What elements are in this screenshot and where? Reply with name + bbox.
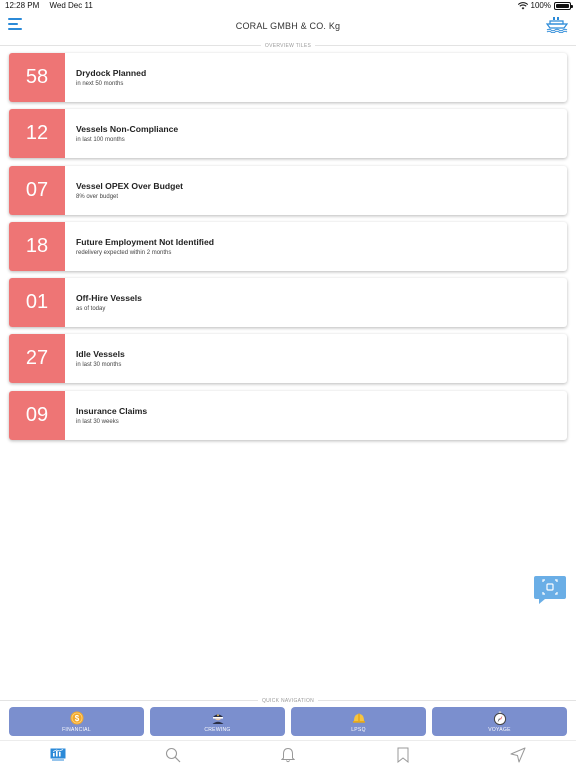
tile-subtitle: in last 100 months [76, 137, 125, 144]
status-date: Wed Dec 11 [49, 1, 93, 10]
chat-scan-button[interactable] [533, 575, 567, 605]
quick-navigation-label: QUICK NAVIGATION [261, 697, 315, 704]
quick-nav-label: VOYAGE [488, 726, 511, 733]
vessel-select-button[interactable] [545, 15, 569, 34]
status-bar: 12:28 PM Wed Dec 11 100% [0, 0, 576, 12]
bell-icon [281, 747, 295, 762]
tile-title: Vessels Non-Compliance [76, 124, 179, 135]
svg-text:$: $ [74, 714, 79, 723]
quick-nav-label: LPSQ [351, 726, 366, 733]
tile-text: Vessels Non-Compliance in last 100 month… [65, 109, 178, 158]
tile-text: Vessel OPEX Over Budget 8% over budget [65, 166, 183, 215]
bookmark-icon [397, 747, 409, 763]
quick-nav-label: FINANCIAL [62, 726, 91, 733]
tile-subtitle: redelivery expected within 2 months [76, 249, 172, 256]
tile-text: Off-Hire Vessels as of today [65, 278, 142, 327]
tab-dashboard[interactable] [0, 741, 115, 768]
tab-search[interactable] [115, 741, 230, 768]
ship-icon [545, 17, 569, 34]
wifi-icon [517, 1, 528, 9]
tile-title: Drydock Planned [76, 68, 147, 78]
tile-value: 12 [9, 109, 65, 159]
dollar-coin-icon: $ [70, 711, 84, 725]
tile-vessel-opex-over-budget[interactable]: 07 Vessel OPEX Over Budget 8% over budge… [9, 165, 567, 215]
page-title: CORAL GMBH & CO. Kg [235, 21, 341, 31]
tile-vessels-non-compliance[interactable]: 12 Vessels Non-Compliance in last 100 mo… [9, 109, 567, 159]
tile-value: 27 [9, 334, 65, 384]
quick-nav-voyage[interactable]: VOYAGE [432, 707, 567, 736]
status-right: 100% [517, 1, 573, 10]
tile-value: 01 [9, 278, 65, 328]
tile-subtitle: as of today [76, 306, 106, 313]
overview-tiles-label: OVERVIEW TILES [264, 42, 312, 49]
tile-value: 18 [9, 221, 65, 271]
nav-bar: CORAL GMBH & CO. Kg [0, 12, 576, 42]
quick-nav-financial[interactable]: $ FINANCIAL [9, 707, 144, 736]
quick-navigation-header: QUICK NAVIGATION [0, 697, 576, 704]
tile-future-employment[interactable]: 18 Future Employment Not Identified rede… [9, 221, 567, 271]
tile-drydock-planned[interactable]: 58 Drydock Planned in next 50 months [9, 53, 567, 102]
tile-off-hire-vessels[interactable]: 01 Off-Hire Vessels as of today [9, 278, 567, 328]
search-icon [165, 747, 181, 762]
tile-subtitle: in next 50 months [76, 81, 124, 87]
hard-hat-icon [352, 711, 366, 725]
overview-tiles-header: OVERVIEW TILES [0, 42, 576, 49]
tile-text: Insurance Claims in last 30 weeks [65, 391, 147, 440]
quick-nav-crewing[interactable]: CREWING [150, 707, 285, 736]
tile-subtitle: in last 30 weeks [76, 418, 119, 425]
quick-nav-label: CREWING [204, 726, 231, 733]
tile-text: Future Employment Not Identified redeliv… [65, 222, 214, 271]
tile-title: Future Employment Not Identified [76, 236, 214, 247]
tile-text: Idle Vessels in last 30 months [65, 334, 125, 383]
tile-title: Idle Vessels [76, 349, 125, 360]
compass-icon [493, 711, 507, 725]
tab-bar [0, 740, 576, 768]
tile-subtitle: in last 30 months [76, 362, 122, 369]
tab-bookmarks[interactable] [346, 741, 461, 768]
crew-captain-icon [211, 711, 225, 725]
tile-idle-vessels[interactable]: 27 Idle Vessels in last 30 months [9, 334, 567, 384]
battery-icon [554, 1, 573, 10]
tile-value: 09 [9, 390, 65, 440]
tile-value: 58 [9, 53, 65, 102]
quick-navigation: $ FINANCIAL CREWING LPSQ VOYAGE [9, 707, 567, 736]
battery-fill [556, 3, 569, 8]
tile-value: 07 [9, 165, 65, 215]
chat-bubble-icon [534, 576, 566, 604]
tab-navigation[interactable] [461, 741, 576, 768]
overview-tiles: 58 Drydock Planned in next 50 months 12 … [9, 53, 567, 447]
navigation-arrow-icon [510, 747, 526, 762]
hamburger-icon [8, 18, 22, 20]
tile-subtitle: 8% over budget [76, 193, 119, 200]
status-left: 12:28 PM Wed Dec 11 [5, 1, 101, 10]
tile-insurance-claims[interactable]: 09 Insurance Claims in last 30 weeks [9, 390, 567, 440]
dashboard-icon [50, 748, 66, 761]
battery-percent: 100% [530, 1, 551, 10]
tile-title: Vessel OPEX Over Budget [76, 180, 183, 191]
tile-text: Drydock Planned in next 50 months [65, 53, 146, 102]
tile-title: Insurance Claims [76, 405, 148, 416]
tile-title: Off-Hire Vessels [76, 293, 142, 304]
tab-notifications[interactable] [230, 741, 345, 768]
quick-nav-lpsq[interactable]: LPSQ [291, 707, 426, 736]
status-time: 12:28 PM [5, 1, 40, 10]
